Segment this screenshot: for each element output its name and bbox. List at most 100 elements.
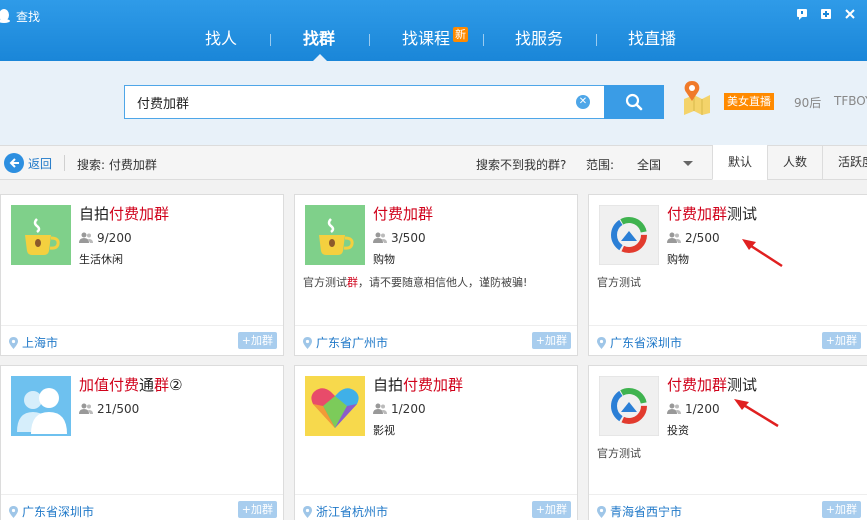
search-input[interactable]	[137, 86, 567, 118]
group-card[interactable]: 付费加群测试 2/500 购物 官方测试 广东省深圳市 +加群	[588, 194, 867, 356]
group-name[interactable]: 付费加群	[373, 203, 433, 224]
tab-find-people[interactable]: 找人	[205, 26, 237, 52]
join-group-button[interactable]: +加群	[531, 501, 571, 518]
tab-find-services[interactable]: 找服务	[515, 26, 563, 52]
nav-divider	[483, 34, 484, 46]
location-text: 浙江省杭州市	[316, 505, 389, 519]
close-icon[interactable]	[843, 7, 857, 21]
sort-tab-default[interactable]: 默认	[712, 145, 767, 180]
search-icon	[625, 93, 643, 111]
group-name-highlight: 付费加群	[373, 205, 434, 223]
tab-find-live[interactable]: 找直播	[628, 26, 676, 52]
members-icon	[373, 403, 387, 414]
nav-divider	[369, 34, 370, 46]
window-title-text: 查找	[16, 9, 41, 24]
not-found-link[interactable]: 搜索不到我的群?	[476, 156, 566, 173]
feedback-icon[interactable]	[795, 7, 809, 21]
tab-find-courses[interactable]: 找课程新	[402, 26, 469, 52]
back-arrow-icon	[4, 153, 24, 173]
group-name-text: ②	[169, 376, 183, 394]
member-count-text: 1/200	[685, 402, 720, 416]
group-name-highlight: 付费加群	[109, 205, 170, 223]
members-icon	[667, 232, 681, 243]
location-pin-icon	[303, 336, 312, 349]
group-description: 官方测试	[597, 445, 641, 461]
member-count: 21/500	[79, 402, 139, 416]
member-count: 9/200	[79, 231, 132, 245]
member-count-text: 9/200	[97, 231, 132, 245]
group-name[interactable]: 加值付费通群②	[79, 374, 183, 395]
search-button[interactable]	[604, 85, 664, 119]
annotation-arrow-icon	[734, 399, 779, 428]
join-group-button[interactable]: +加群	[237, 501, 277, 518]
title-bar: 查找 找人 找群 找课程新 找服务 找直播	[0, 0, 867, 61]
group-name-text: 自拍	[373, 376, 404, 394]
group-card[interactable]: 付费加群测试 1/200 投资 官方测试 青海省西宁市 +加群	[588, 365, 867, 520]
heart-logo-icon	[305, 376, 365, 436]
location-pin-icon	[597, 336, 606, 349]
group-name-highlight: 付费加群	[667, 205, 728, 223]
location-pin-icon	[9, 336, 18, 349]
group-name[interactable]: 付费加群测试	[667, 374, 757, 395]
join-group-button[interactable]: +加群	[821, 501, 861, 518]
join-group-button[interactable]: +加群	[821, 332, 861, 349]
card-footer: 上海市 +加群	[1, 325, 283, 355]
group-avatar	[305, 205, 365, 265]
group-location: 广东省广州市	[303, 334, 388, 351]
coffee-cup-icon	[11, 205, 71, 265]
group-name-highlight: 付费加群	[403, 376, 464, 394]
group-location: 上海市	[9, 334, 58, 351]
group-name[interactable]: 自拍付费加群	[79, 203, 169, 224]
annotation-arrow-icon	[742, 239, 783, 268]
divider	[64, 155, 65, 171]
sort-tab-members[interactable]: 人数	[767, 145, 822, 180]
group-avatar	[305, 376, 365, 436]
location-text: 广东省深圳市	[22, 505, 95, 519]
location-text: 上海市	[22, 336, 59, 350]
range-label: 范围:	[586, 158, 615, 172]
hot-tag-live[interactable]: 美女直播	[724, 93, 774, 110]
qq-penguin-icon	[0, 9, 10, 23]
hot-tag-90s[interactable]: 90后	[794, 94, 821, 111]
group-name[interactable]: 自拍付费加群	[373, 374, 463, 395]
member-count: 1/200	[667, 402, 720, 416]
members-icon	[373, 232, 387, 243]
chevron-down-icon[interactable]	[683, 161, 693, 166]
group-card[interactable]: 加值付费通群② 21/500 广东省深圳市 +加群	[0, 365, 284, 520]
hot-tag-tfboy[interactable]: TFBOY	[834, 94, 867, 108]
group-category: 影视	[373, 424, 395, 437]
group-category: 购物	[667, 253, 689, 266]
group-avatar	[11, 376, 71, 436]
nav-divider	[596, 34, 597, 46]
description-text: 官方测试	[303, 276, 347, 289]
join-group-button[interactable]: +加群	[531, 332, 571, 349]
main-nav: 找人 找群 找课程新 找服务 找直播	[0, 24, 867, 61]
join-group-button[interactable]: +加群	[237, 332, 277, 349]
group-card[interactable]: 自拍付费加群 9/200 生活休闲 上海市 +加群	[0, 194, 284, 356]
tab-find-courses-label: 找课程	[402, 29, 451, 48]
group-name-highlight: 加值	[79, 376, 110, 394]
group-card[interactable]: 付费加群 3/500 购物 官方测试群，请不要随意相信他人，谨防被骗! 广东省广…	[294, 194, 578, 356]
sort-tab-activity[interactable]: 活跃度	[822, 145, 867, 180]
group-name-text: 测试	[727, 205, 758, 223]
group-location: 浙江省杭州市	[303, 503, 388, 520]
members-icon	[79, 403, 93, 414]
active-tab-indicator	[313, 54, 327, 61]
group-name-highlight: 付费加群	[667, 376, 728, 394]
clear-icon[interactable]: ✕	[576, 95, 590, 109]
group-category: 生活休闲	[79, 253, 123, 266]
location-pin-icon	[303, 505, 312, 518]
group-card[interactable]: 自拍付费加群 1/200 影视 浙江省杭州市 +加群	[294, 365, 578, 520]
group-avatar	[599, 376, 659, 436]
map-location-icon[interactable]	[680, 79, 712, 115]
tab-find-groups[interactable]: 找群	[303, 26, 335, 52]
back-button[interactable]: 返回	[4, 153, 52, 173]
group-description: 官方测试群，请不要随意相信他人，谨防被骗!	[303, 274, 527, 290]
group-avatar	[599, 205, 659, 265]
range-select[interactable]: 全国	[637, 156, 661, 173]
members-icon	[79, 232, 93, 243]
add-window-icon[interactable]	[819, 7, 833, 21]
description-text: 官方测试	[597, 447, 641, 460]
group-name[interactable]: 付费加群测试	[667, 203, 757, 224]
member-count: 2/500	[667, 231, 720, 245]
